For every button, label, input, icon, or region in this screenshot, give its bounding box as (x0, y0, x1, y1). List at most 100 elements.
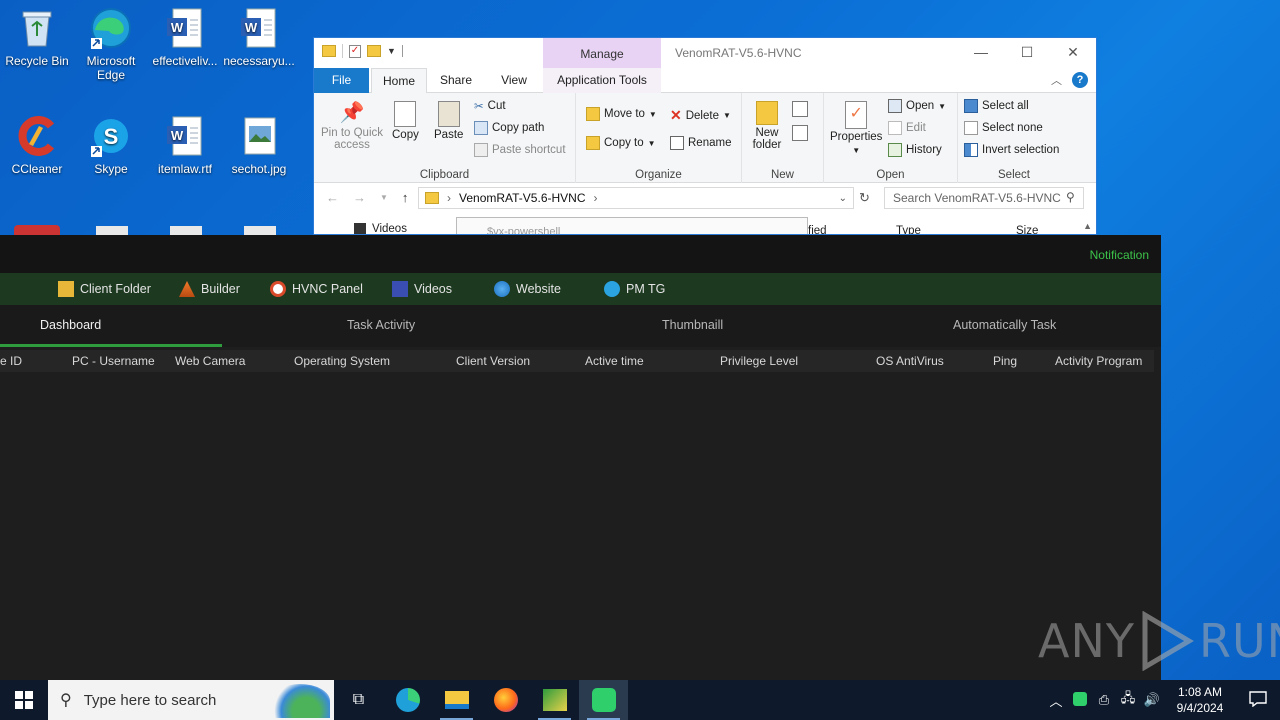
file-explorer-window[interactable]: ✓ ▼ Manage VenomRAT-V5.6-HVNC — ☐ ✕ File… (313, 37, 1097, 235)
videos-button[interactable]: Videos (392, 273, 452, 305)
taskbar-app-tools[interactable] (530, 680, 579, 720)
properties-check-icon[interactable]: ✓ (349, 44, 361, 58)
help-icon[interactable]: ? (1072, 72, 1088, 88)
folder-icon[interactable] (322, 45, 336, 57)
maximize-button[interactable]: ☐ (1004, 38, 1050, 68)
column-header[interactable]: Operating System (294, 354, 390, 368)
rename-button[interactable]: Rename (670, 136, 731, 150)
collapse-ribbon-icon[interactable]: ︿ (1051, 72, 1062, 88)
address-dropdown-icon[interactable]: ⌄ (839, 193, 847, 204)
builder-button[interactable]: Builder (179, 273, 240, 305)
desktop-icon-partial[interactable] (14, 225, 60, 235)
close-button[interactable]: ✕ (1050, 38, 1096, 68)
tab-home[interactable]: Home (371, 68, 427, 94)
refresh-icon[interactable]: ↻ (859, 190, 870, 206)
column-header[interactable]: e ID (0, 354, 22, 368)
nav-pane-videos[interactable]: Videos (354, 223, 407, 234)
edit-button[interactable]: Edit (888, 121, 926, 135)
select-all-button[interactable]: Select all (964, 99, 1029, 113)
history-button[interactable]: History (888, 143, 942, 157)
delete-button[interactable]: ✕ Delete ▼ (670, 107, 731, 124)
desktop-icon-partial[interactable] (170, 226, 202, 235)
column-type[interactable]: Type (896, 225, 921, 234)
tab-thumbnail[interactable]: Thumbnaill (662, 318, 723, 332)
paste-button[interactable]: Paste (434, 101, 463, 141)
pin-to-quick-access-button[interactable]: 📌 Pin to Quick access (320, 101, 384, 151)
column-header[interactable]: Privilege Level (720, 354, 798, 368)
rat-client-window[interactable]: Notification Client Folder Builder HVNC … (0, 235, 1280, 680)
action-center-icon[interactable] (1236, 690, 1280, 710)
desktop-icon-partial[interactable] (96, 226, 128, 235)
column-header[interactable]: Activity Program (1055, 354, 1142, 368)
new-item-icon[interactable] (792, 101, 808, 117)
new-folder-button[interactable]: New folder (750, 101, 784, 151)
start-button[interactable] (0, 680, 48, 720)
client-folder-button[interactable]: Client Folder (58, 273, 151, 305)
scroll-up-icon[interactable]: ▲ (1083, 221, 1092, 231)
back-arrow-icon[interactable]: ← (326, 190, 339, 206)
powershell-popup[interactable]: $vx-powershell (456, 217, 808, 234)
forward-arrow-icon[interactable]: → (353, 190, 366, 206)
easy-access-icon[interactable] (792, 125, 808, 141)
tab-file[interactable]: File (314, 68, 369, 93)
column-header[interactable]: Client Version (456, 354, 530, 368)
desktop-icon-edge[interactable]: Microsoft Edge (74, 0, 148, 82)
venomrat-tray-icon[interactable] (1068, 691, 1092, 709)
new-folder-icon[interactable] (367, 45, 381, 57)
desktop-icon-ccleaner[interactable]: CCleaner (0, 108, 74, 176)
column-header[interactable]: Active time (585, 354, 644, 368)
desktop-icon-effectiveliv[interactable]: W effectiveliv... (148, 0, 222, 68)
column-date-modified[interactable]: fied (808, 225, 827, 234)
copy-button[interactable]: Copy (392, 101, 419, 141)
invert-selection-button[interactable]: Invert selection (964, 143, 1059, 157)
show-hidden-icons-button[interactable]: ︿ (1044, 691, 1068, 710)
desktop-icon-partial[interactable] (244, 226, 276, 235)
notification-link[interactable]: Notification (1090, 248, 1149, 262)
tab-dashboard[interactable]: Dashboard (40, 318, 101, 332)
explorer-title-bar[interactable]: ✓ ▼ Manage VenomRAT-V5.6-HVNC — ☐ ✕ (314, 38, 1096, 68)
paste-shortcut-button[interactable]: Paste shortcut (474, 143, 566, 157)
volume-icon[interactable]: 🔊 (1140, 692, 1164, 708)
column-header[interactable]: Web Camera (175, 354, 245, 368)
move-to-button[interactable]: Move to ▼ (586, 107, 657, 121)
tab-task-activity[interactable]: Task Activity (347, 318, 415, 332)
copy-to-button[interactable]: Copy to ▼ (586, 136, 656, 150)
network-icon[interactable]: 🖧 (1116, 689, 1140, 711)
taskbar-clock[interactable]: 1:08 AM 9/4/2024 (1164, 684, 1236, 716)
open-button[interactable]: Open ▼ (888, 99, 946, 113)
tab-application-tools[interactable]: Application Tools (543, 68, 661, 93)
desktop-icon-recycle-bin[interactable]: Recycle Bin (0, 0, 74, 68)
column-header[interactable]: PC - Username (72, 354, 155, 368)
address-bar[interactable]: › VenomRAT-V5.6-HVNC › ⌄ (418, 187, 854, 209)
taskbar-edge[interactable] (383, 680, 432, 720)
column-header[interactable]: OS AntiVirus (876, 354, 944, 368)
column-header[interactable]: Ping (993, 354, 1017, 368)
tab-share[interactable]: Share (436, 68, 476, 93)
column-size[interactable]: Size (1016, 225, 1038, 234)
cut-button[interactable]: ✂ Cut (474, 99, 506, 113)
meet-now-icon[interactable]: ⎙ (1092, 692, 1116, 708)
taskbar-file-explorer[interactable] (432, 680, 481, 720)
search-input[interactable]: Search VenomRAT-V5.6-HVNC (884, 187, 1084, 209)
customize-qat-icon[interactable]: ▼ (387, 46, 396, 56)
tab-automatically-task[interactable]: Automatically Task (953, 318, 1056, 332)
up-arrow-icon[interactable]: ↑ (402, 190, 409, 206)
select-none-button[interactable]: Select none (964, 121, 1043, 135)
desktop-icon-sechot[interactable]: sechot.jpg (222, 108, 296, 176)
taskbar-firefox[interactable] (481, 680, 530, 720)
tab-view[interactable]: View (494, 68, 534, 93)
address-path[interactable]: VenomRAT-V5.6-HVNC (459, 191, 586, 205)
copy-path-button[interactable]: Copy path (474, 121, 544, 135)
desktop-icon-skype[interactable]: S Skype (74, 108, 148, 176)
properties-button[interactable]: ✓ Properties ▼ (830, 101, 882, 157)
taskbar-venomrat[interactable] (579, 680, 628, 720)
website-button[interactable]: Website (494, 273, 561, 305)
recent-locations-icon[interactable]: ▼ (380, 190, 388, 206)
minimize-button[interactable]: — (958, 38, 1004, 68)
desktop-icon-necessaryu[interactable]: W necessaryu... (222, 0, 296, 68)
manage-tab[interactable]: Manage (543, 38, 661, 68)
taskbar-search-box[interactable]: ⚲ Type here to search (48, 680, 334, 720)
desktop-icon-itemlaw[interactable]: W itemlaw.rtf (148, 108, 222, 176)
pm-tg-button[interactable]: PM TG (604, 273, 665, 305)
hvnc-panel-button[interactable]: HVNC Panel (270, 273, 363, 305)
